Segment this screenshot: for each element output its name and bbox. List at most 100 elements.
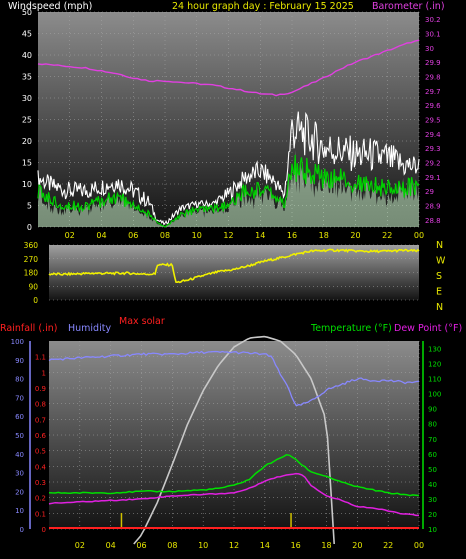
temp-x-tick-label: 22 — [383, 541, 393, 550]
humidity-tick-label: 0 — [20, 526, 24, 534]
humidity-tick-label: 20 — [15, 488, 24, 496]
compass-label: E — [436, 287, 442, 298]
windspeed-tick-label: 0 — [27, 223, 32, 232]
barometer-tick-label: 28.9 — [425, 203, 441, 211]
windspeed-tick-label: 50 — [22, 8, 32, 17]
temp-x-tick-label: 12 — [229, 541, 239, 550]
humidity-tick-label: 60 — [15, 413, 24, 421]
wind-x-tick-label: 02 — [65, 231, 75, 240]
compass-label: N — [436, 240, 443, 251]
direction-tick-label: 180 — [24, 269, 39, 278]
wind-x-tick-label: 04 — [96, 231, 106, 240]
weather-graph-canvas: Windspeed (mph) 24 hour graph day : Febr… — [0, 0, 466, 555]
temperature-axis-label: Temperature (°F) — [310, 323, 392, 334]
temperature-tick-label: 50 — [428, 466, 437, 474]
temperature-tick-label: 120 — [428, 361, 441, 369]
barometer-tick-label: 28.8 — [425, 217, 441, 225]
compass-label: N — [436, 302, 443, 313]
temperature-tick-label: 130 — [428, 346, 441, 354]
humidity-tick-label: 10 — [15, 507, 24, 515]
barometer-tick-label: 30 — [425, 45, 434, 53]
rainfall-axis-label: Rainfall (.in) — [0, 323, 57, 334]
humidity-tick-label: 100 — [11, 338, 24, 346]
temp-x-tick-label: 06 — [136, 541, 146, 550]
temperature-tick-label: 20 — [428, 511, 437, 519]
dewpoint-axis-label: Dew Point (°F) — [394, 323, 462, 334]
temperature-tick-label: 30 — [428, 496, 437, 504]
barometer-tick-label: 30.2 — [425, 16, 441, 24]
direction-tick-label: 270 — [24, 255, 39, 264]
temp-x-tick-label: 14 — [260, 541, 270, 550]
wind-x-tick-label: 06 — [128, 231, 138, 240]
temp-x-tick-label: 16 — [291, 541, 301, 550]
rainfall-tick-label: 1 — [42, 369, 46, 377]
wind-x-tick-label: 14 — [255, 231, 265, 240]
windspeed-tick-label: 20 — [22, 137, 32, 146]
wind-x-tick-label: 08 — [160, 231, 170, 240]
rainfall-tick-label: 0.1 — [35, 510, 46, 518]
wind-x-tick-label: 18 — [319, 231, 329, 240]
compass-label: W — [436, 256, 446, 267]
temperature-tick-label: 40 — [428, 481, 437, 489]
direction-tick-label: 90 — [28, 282, 38, 291]
temp-x-tick-label: 00 — [414, 541, 424, 550]
temperature-tick-label: 10 — [428, 526, 437, 534]
barometer-tick-label: 29.4 — [425, 131, 441, 139]
windspeed-tick-label: 40 — [22, 51, 32, 60]
temp-x-tick-label: 04 — [106, 541, 116, 550]
weather-graph: Windspeed (mph) 24 hour graph day : Febr… — [0, 0, 466, 555]
barometer-tick-label: 29.8 — [425, 74, 441, 82]
rainfall-tick-label: 0.2 — [35, 495, 46, 503]
windspeed-tick-label: 5 — [27, 202, 32, 211]
barometer-tick-label: 29.2 — [425, 160, 441, 168]
windspeed-tick-label: 45 — [22, 30, 32, 39]
barometer-tick-label: 29.1 — [425, 174, 441, 182]
humidity-tick-label: 30 — [15, 470, 24, 478]
windspeed-tick-label: 15 — [22, 159, 32, 168]
barometer-tick-label: 30.1 — [425, 31, 441, 39]
temperature-tick-label: 70 — [428, 436, 437, 444]
windspeed-tick-label: 10 — [22, 180, 32, 189]
wind-x-tick-label: 20 — [350, 231, 360, 240]
direction-tick-label: 0 — [33, 296, 38, 305]
rainfall-tick-label: 1.1 — [35, 354, 46, 362]
temp-x-tick-label: 02 — [75, 541, 85, 550]
humidity-tick-label: 40 — [15, 451, 24, 459]
windspeed-tick-label: 25 — [22, 116, 32, 125]
barometer-axis-label: Barometer (.in) — [372, 1, 445, 12]
windspeed-tick-label: 35 — [22, 73, 32, 82]
temp-x-tick-label: 18 — [321, 541, 331, 550]
barometer-tick-label: 29.9 — [425, 59, 441, 67]
windspeed-axis-label: Windspeed (mph) — [8, 1, 92, 12]
humidity-tick-label: 50 — [15, 432, 24, 440]
rainfall-tick-label: 0.7 — [35, 416, 46, 424]
wind-x-tick-label: 16 — [287, 231, 297, 240]
wind-x-tick-label: 22 — [382, 231, 392, 240]
max-solar-label: Max solar — [119, 316, 165, 327]
rainfall-tick-label: 0.8 — [35, 401, 46, 409]
humidity-tick-label: 90 — [15, 357, 24, 365]
temperature-tick-label: 90 — [428, 406, 437, 414]
humidity-axis-label: Humidity — [68, 323, 111, 334]
direction-tick-label: 360 — [24, 241, 39, 250]
rainfall-tick-label: 0.6 — [35, 432, 47, 440]
humidity-tick-label: 70 — [15, 394, 24, 402]
humidity-tick-label: 80 — [15, 376, 24, 384]
barometer-tick-label: 29 — [425, 188, 434, 196]
windspeed-tick-label: 30 — [22, 94, 32, 103]
temperature-tick-label: 80 — [428, 421, 437, 429]
temp-x-tick-label: 20 — [352, 541, 362, 550]
temperature-tick-label: 100 — [428, 391, 441, 399]
barometer-tick-label: 29.5 — [425, 117, 441, 125]
rainfall-tick-label: 0.5 — [35, 448, 46, 456]
wind-x-tick-label: 12 — [223, 231, 233, 240]
barometer-tick-label: 29.3 — [425, 145, 441, 153]
barometer-tick-label: 29.6 — [425, 102, 441, 110]
rainfall-tick-label: 0 — [42, 526, 46, 534]
temp-x-tick-label: 10 — [198, 541, 208, 550]
compass-label: S — [436, 271, 442, 282]
rainfall-tick-label: 0.9 — [35, 385, 46, 393]
chart-title: 24 hour graph day : February 15 2025 — [172, 1, 354, 12]
temperature-tick-label: 60 — [428, 451, 437, 459]
wind-x-tick-label: 00 — [414, 231, 424, 240]
